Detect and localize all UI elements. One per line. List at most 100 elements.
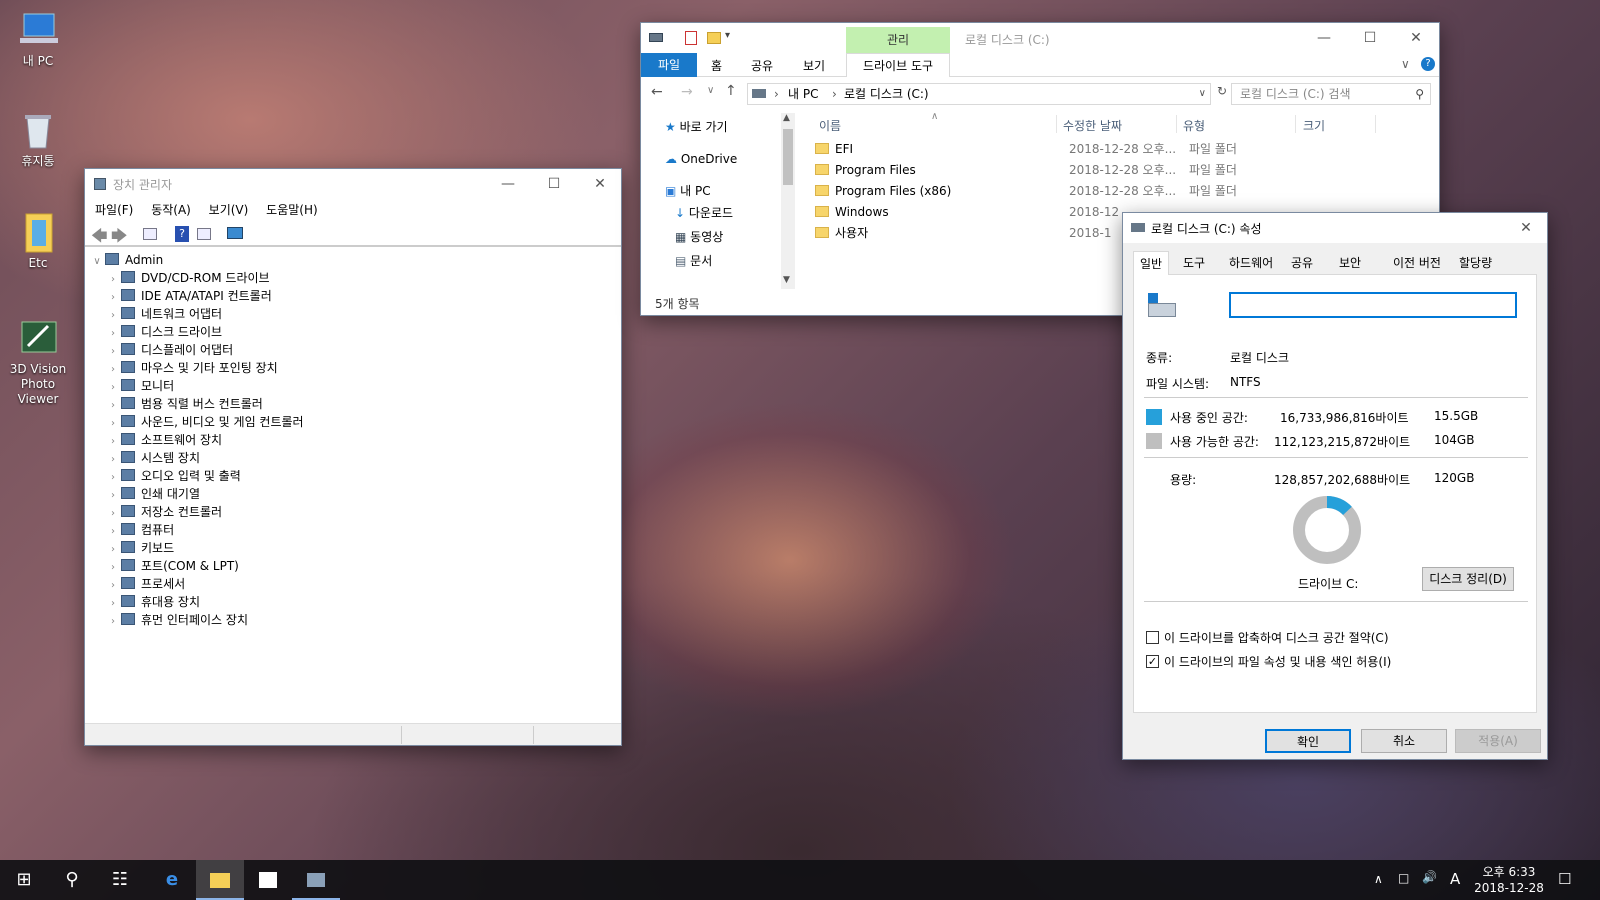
- tab-share[interactable]: 공유: [751, 57, 773, 74]
- tab-previous-versions[interactable]: 이전 버전: [1387, 251, 1447, 275]
- tree-item-ports[interactable]: › 포트(COM & LPT): [89, 557, 617, 575]
- forward-icon[interactable]: →: [681, 84, 693, 100]
- tab-file[interactable]: 파일: [641, 53, 697, 77]
- forward-icon[interactable]: 🡆: [111, 225, 128, 252]
- properties-qa-icon[interactable]: [685, 31, 697, 45]
- menu-help[interactable]: 도움말(H): [266, 203, 318, 217]
- chevron-down-icon[interactable]: ∨: [89, 253, 105, 271]
- tab-tools[interactable]: 도구: [1177, 251, 1211, 275]
- tab-drive-tools[interactable]: 드라이브 도구: [846, 53, 950, 77]
- clock-time[interactable]: 오후 6:33: [1478, 863, 1540, 880]
- customize-qa-icon[interactable]: ▾: [725, 30, 730, 41]
- tree-item-sound[interactable]: › 사운드, 비디오 및 게임 컨트롤러: [89, 413, 617, 431]
- desktop-icon-etc[interactable]: Etc: [0, 212, 76, 271]
- minimize-button[interactable]: —: [1301, 23, 1347, 53]
- scroll-up-icon[interactable]: ▲: [783, 113, 790, 123]
- notification-icon[interactable]: ☐: [1558, 870, 1571, 888]
- ime-indicator[interactable]: A: [1450, 870, 1460, 888]
- recent-icon[interactable]: ∨: [707, 85, 714, 96]
- nav-onedrive[interactable]: ☁ OneDrive: [665, 149, 737, 170]
- desktop-icon-recycle-bin[interactable]: 휴지통: [0, 110, 76, 169]
- ok-button[interactable]: 확인: [1265, 729, 1351, 753]
- tree-item-ide[interactable]: › IDE ATA/ATAPI 컨트롤러: [89, 287, 617, 305]
- close-button[interactable]: ✕: [577, 169, 623, 199]
- tree-item-mouse[interactable]: › 마우스 및 기타 포인팅 장치: [89, 359, 617, 377]
- tab-general[interactable]: 일반: [1133, 251, 1170, 276]
- column-type[interactable]: 유형: [1183, 117, 1205, 134]
- clock-date[interactable]: 2018-12-28: [1470, 881, 1548, 895]
- column-size[interactable]: 크기: [1303, 117, 1325, 134]
- update-driver-icon[interactable]: [197, 228, 211, 240]
- apply-button[interactable]: 적용(A): [1455, 729, 1541, 753]
- index-checkbox[interactable]: ✓: [1146, 655, 1159, 668]
- column-name[interactable]: 이름: [819, 117, 841, 134]
- tree-item-monitor[interactable]: › 모니터: [89, 377, 617, 395]
- back-icon[interactable]: 🡄: [91, 225, 108, 252]
- breadcrumb-item[interactable]: 로컬 디스크 (C:): [844, 84, 929, 104]
- column-date[interactable]: 수정한 날짜: [1063, 117, 1122, 134]
- scroll-down-icon[interactable]: ▼: [783, 275, 790, 285]
- breadcrumb-item[interactable]: 내 PC: [788, 84, 818, 104]
- help-icon[interactable]: ?: [1421, 57, 1435, 71]
- tree-item-disk[interactable]: › 디스크 드라이브: [89, 323, 617, 341]
- tab-quota[interactable]: 할당량: [1453, 251, 1498, 275]
- tree-item-portable[interactable]: › 휴대용 장치: [89, 593, 617, 611]
- index-label[interactable]: 이 드라이브의 파일 속성 및 내용 색인 허용(I): [1164, 653, 1391, 670]
- drive-name-input[interactable]: [1229, 292, 1517, 318]
- tab-home[interactable]: 홈: [711, 57, 722, 74]
- tree-item-keyboard[interactable]: › 키보드: [89, 539, 617, 557]
- tree-item-print-queue[interactable]: › 인쇄 대기열: [89, 485, 617, 503]
- tree-item-computer[interactable]: › 컴퓨터: [89, 521, 617, 539]
- scan-monitor-icon[interactable]: [227, 227, 243, 239]
- tree-item-software[interactable]: › 소프트웨어 장치: [89, 431, 617, 449]
- close-button[interactable]: ✕: [1503, 213, 1549, 243]
- file-row[interactable]: Program Files 2018-12-28 오후... 파일 폴더: [815, 160, 1415, 181]
- scroll-thumb[interactable]: [783, 129, 793, 185]
- search-icon[interactable]: ⚲: [48, 860, 96, 900]
- tab-view[interactable]: 보기: [803, 57, 825, 74]
- help-icon[interactable]: ?: [175, 226, 189, 242]
- tree-item-processor[interactable]: › 프로세서: [89, 575, 617, 593]
- address-bar[interactable]: › 내 PC › 로컬 디스크 (C:) ∨: [747, 83, 1211, 105]
- expand-ribbon-icon[interactable]: ∨: [1401, 57, 1410, 71]
- nav-quick-access[interactable]: ★ 바로 가기: [665, 117, 728, 138]
- file-explorer-icon[interactable]: [196, 860, 244, 900]
- maximize-button[interactable]: ☐: [531, 169, 577, 199]
- cancel-button[interactable]: 취소: [1361, 729, 1447, 753]
- chevron-right-icon[interactable]: ›: [105, 613, 121, 631]
- compress-label[interactable]: 이 드라이브를 압축하여 디스크 공간 절약(C): [1164, 629, 1389, 646]
- nav-scrollbar[interactable]: ▲ ▼: [781, 113, 795, 289]
- desktop-icon-mypc[interactable]: 내 PC: [0, 10, 76, 69]
- store-icon[interactable]: [244, 860, 292, 900]
- close-button[interactable]: ✕: [1393, 23, 1439, 53]
- tree-item-hid[interactable]: › 휴먼 인터페이스 장치: [89, 611, 617, 629]
- tree-item-display[interactable]: › 디스플레이 어댑터: [89, 341, 617, 359]
- tree-item-audio-io[interactable]: › 오디오 입력 및 출력: [89, 467, 617, 485]
- nav-this-pc[interactable]: ▣ 내 PC: [665, 181, 711, 202]
- desktop-icon-3d-vision[interactable]: 3D Vision Photo Viewer: [0, 318, 76, 407]
- tree-item-usb[interactable]: › 범용 직렬 버스 컨트롤러: [89, 395, 617, 413]
- tree-root[interactable]: ∨ Admin: [89, 251, 617, 269]
- tree-item-storage[interactable]: › 저장소 컨트롤러: [89, 503, 617, 521]
- file-row[interactable]: EFI 2018-12-28 오후... 파일 폴더: [815, 139, 1415, 160]
- tree-item-system[interactable]: › 시스템 장치: [89, 449, 617, 467]
- menu-view[interactable]: 보기(V): [209, 203, 249, 217]
- menu-file[interactable]: 파일(F): [95, 203, 133, 217]
- up-icon[interactable]: ↑: [725, 83, 737, 99]
- volume-icon[interactable]: 🔊: [1422, 870, 1437, 884]
- compress-checkbox[interactable]: [1146, 631, 1159, 644]
- tab-hardware[interactable]: 하드웨어: [1223, 251, 1279, 275]
- network-icon[interactable]: □: [1398, 871, 1409, 885]
- disk-cleanup-button[interactable]: 디스크 정리(D): [1422, 567, 1514, 591]
- new-folder-qa-icon[interactable]: [707, 32, 721, 44]
- device-manager-taskbar-icon[interactable]: [292, 860, 340, 900]
- refresh-icon[interactable]: ↻: [1217, 84, 1227, 98]
- minimize-button[interactable]: —: [485, 169, 531, 199]
- tree-item-dvd[interactable]: › DVD/CD-ROM 드라이브: [89, 269, 617, 287]
- search-box[interactable]: 로컬 디스크 (C:) 검색 ⚲: [1231, 83, 1431, 105]
- task-view-icon[interactable]: ☷: [96, 860, 144, 900]
- edge-icon[interactable]: e: [148, 860, 196, 900]
- nav-documents[interactable]: ▤ 문서: [675, 251, 712, 272]
- back-icon[interactable]: ←: [651, 84, 663, 100]
- tab-sharing[interactable]: 공유: [1285, 251, 1319, 275]
